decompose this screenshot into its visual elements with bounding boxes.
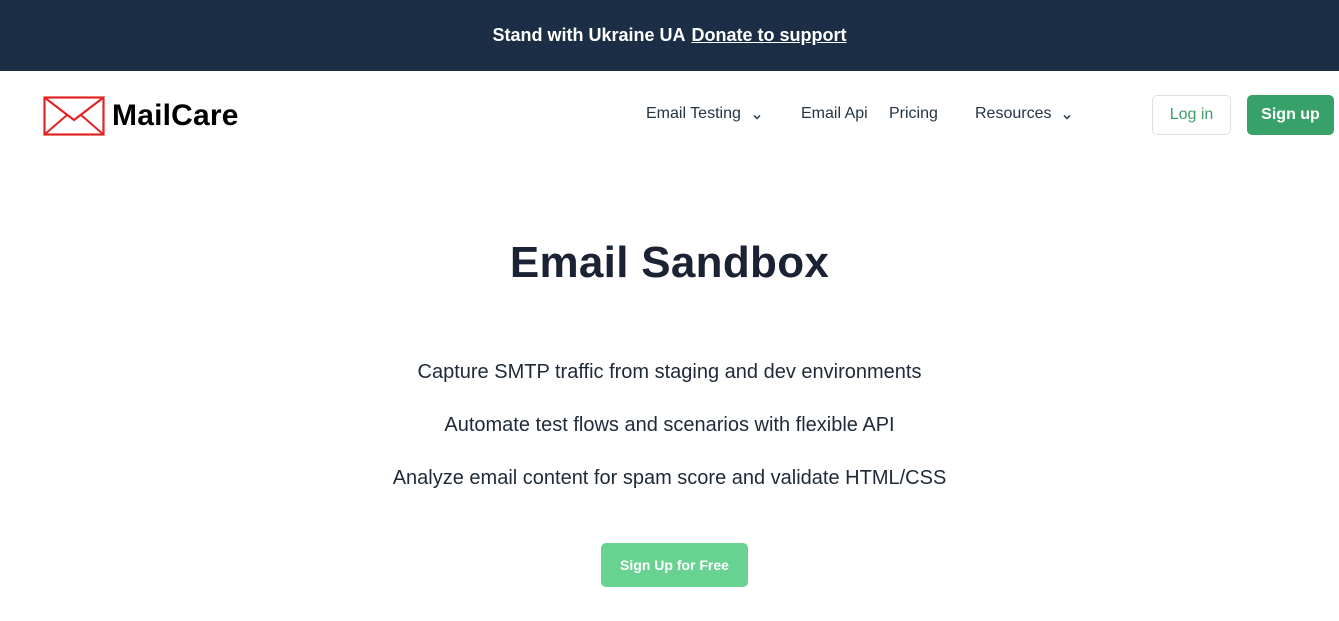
- feature-line: Analyze email content for spam score and…: [392, 467, 947, 489]
- chevron-down-icon: [752, 109, 762, 120]
- brand-logo[interactable]: MailCare: [43, 96, 239, 136]
- nav-resources-label: Resources: [975, 105, 1052, 122]
- brand-name: MailCare: [112, 99, 239, 132]
- nav-resources[interactable]: Resources: [975, 105, 1072, 123]
- feature-line: Capture SMTP traffic from staging and de…: [417, 361, 922, 383]
- donate-link[interactable]: Donate to support: [692, 25, 847, 46]
- top-navigation: MailCare Email Testing Email Api Pricing…: [0, 71, 1339, 161]
- envelope-icon: [43, 96, 105, 136]
- feature-line: Automate test flows and scenarios with f…: [444, 414, 895, 436]
- chevron-down-icon: [1062, 109, 1072, 120]
- banner-text: Stand with Ukraine UA: [492, 25, 686, 45]
- nav-email-api[interactable]: Email Api: [801, 105, 868, 123]
- nav-email-testing-label: Email Testing: [646, 105, 741, 122]
- signup-button[interactable]: Sign up: [1247, 95, 1334, 135]
- nav-pricing-label: Pricing: [889, 105, 938, 122]
- nav-email-testing[interactable]: Email Testing: [646, 105, 762, 123]
- ukraine-support-banner: Stand with Ukraine UA Donate to support: [0, 0, 1339, 71]
- page-title: Email Sandbox: [509, 238, 830, 287]
- signup-free-button[interactable]: Sign Up for Free: [601, 543, 748, 587]
- nav-email-api-label: Email Api: [801, 105, 868, 122]
- login-button[interactable]: Log in: [1152, 95, 1231, 135]
- nav-pricing[interactable]: Pricing: [889, 105, 938, 123]
